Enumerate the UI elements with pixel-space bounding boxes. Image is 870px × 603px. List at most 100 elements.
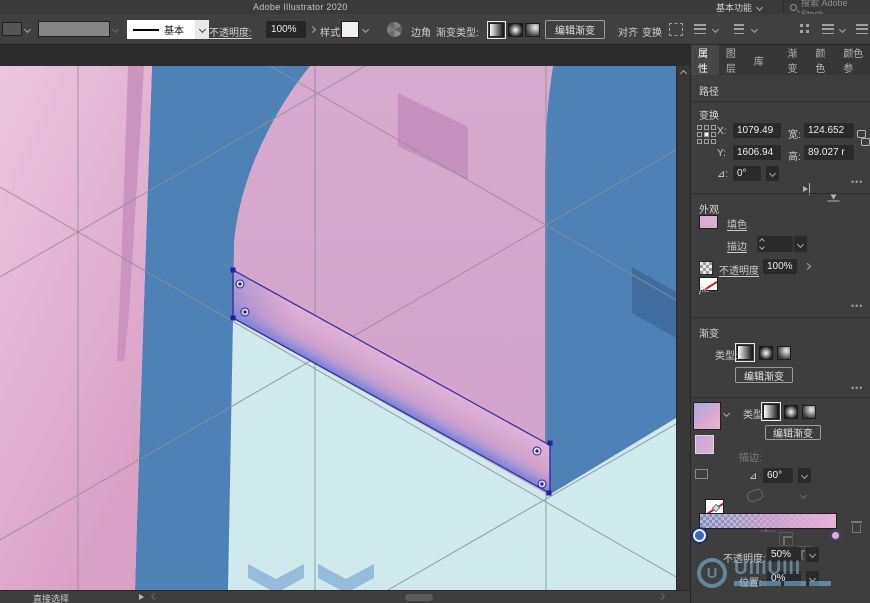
chevron-right-icon[interactable] [658,593,665,600]
bounding-box-icon[interactable] [669,23,683,36]
rotation-input[interactable]: 0° [733,166,761,181]
chevron-down-icon [756,3,763,10]
stock-search-input[interactable]: 搜索 Adobe Stock [790,1,868,13]
appearance-opacity-link[interactable]: 不透明度 [719,262,759,277]
freeform-gradient-button[interactable] [777,346,791,360]
scroll-up-icon[interactable] [680,70,687,77]
width-input[interactable]: 124.652 [804,123,854,138]
tab-layers[interactable]: 图层 [719,45,747,75]
arrange-documents-icon[interactable] [800,24,809,33]
horizontal-scroll-thumb[interactable] [405,594,433,601]
opacity-input[interactable]: 100% [266,21,306,38]
x-input[interactable]: 1079.49 [733,123,781,138]
tab-libraries[interactable]: 库 [747,45,771,75]
linear-gradient-button[interactable] [763,404,779,419]
more-options-icon[interactable]: ••• [851,385,863,391]
tab-color-guide[interactable]: 颜色参 [836,45,870,75]
y-input[interactable]: 1606.94 [733,145,781,160]
stop-opacity-input[interactable]: 50% [767,547,801,562]
gradient-angle-dropdown[interactable] [797,468,811,483]
stop-position-dropdown[interactable] [805,571,819,586]
opacity-checker-icon[interactable] [699,261,713,275]
stop-position-input[interactable]: 0% [767,571,801,586]
gradient-slider[interactable] [699,513,837,529]
rotation-dropdown[interactable] [765,166,779,181]
stop-position-label: 位置: [739,574,762,589]
radial-gradient-button[interactable] [759,346,773,360]
fx-button[interactable]: fx. [699,283,710,295]
stroke-weight-dropdown[interactable] [793,236,807,252]
tab-gradient[interactable]: 渐变 [780,45,808,75]
tab-color[interactable]: 颜色 [808,45,836,75]
x-label: X: [717,126,726,137]
appearance-section-title: 外观 [699,201,719,216]
chevron-down-icon[interactable] [362,26,369,33]
unlink-dimensions-icon[interactable] [857,129,869,145]
swap-fill-stroke-icon[interactable] [695,469,708,479]
stroke-weight-stepper[interactable] [757,236,793,252]
chevron-down-icon[interactable] [112,26,119,33]
edit-gradient-button[interactable]: 编辑渐变 [735,367,793,383]
shaper-tool-icon[interactable] [734,24,744,34]
tab-properties[interactable]: 属性 [691,45,719,75]
transform-label[interactable]: 变换 [642,24,662,39]
more-options-icon[interactable]: ••• [851,179,863,185]
title-bar: Adobe Illustrator 2020 基本功能 搜索 Adobe Sto… [0,0,870,14]
isolate-selection-icon[interactable] [694,24,706,34]
chevron-down-icon[interactable] [751,26,758,33]
recolor-artwork-icon[interactable] [387,22,402,37]
play-icon[interactable] [139,594,144,600]
chevron-right-icon[interactable] [804,263,811,270]
stroke-preview-line [133,29,159,31]
fill-link[interactable]: 填色 [727,216,747,231]
edit-gradient-button[interactable]: 编辑渐变 [765,425,821,440]
freeform-gradient-button[interactable] [802,405,816,419]
chevron-down-icon[interactable] [839,26,846,33]
freeform-gradient-button[interactable] [525,23,540,37]
angle-label: ⊿: [717,169,728,180]
vertical-scrollbar[interactable] [676,66,690,590]
gradient-stop-left[interactable] [693,529,706,542]
linear-gradient-button[interactable] [737,345,753,360]
workspace-switcher[interactable]: 基本功能 [712,1,766,13]
gradient-angle-input[interactable]: 60° [763,468,793,483]
opacity-link[interactable]: 不透明度: [209,24,252,39]
chevron-right-icon[interactable] [309,26,316,33]
chevron-left-icon[interactable] [151,593,158,600]
height-input[interactable]: 89.027 r [804,145,854,160]
document-setup-icon[interactable] [822,24,834,34]
menu-icon[interactable] [856,24,868,34]
chevron-down-icon[interactable] [723,410,730,417]
graphic-style-swatch[interactable] [341,21,359,38]
chevron-down-icon[interactable] [24,26,31,33]
fill-swatch[interactable] [699,215,718,229]
workspace-label: 基本功能 [716,1,752,14]
fill-color-swatch[interactable] [2,22,22,36]
gradient-fill-proxy[interactable] [695,435,714,454]
current-tool-label[interactable]: 直接选择 [33,592,69,603]
delete-stop-icon [851,521,862,533]
reference-point-icon[interactable] [697,125,716,144]
stop-opacity-dropdown[interactable] [805,547,819,562]
align-label[interactable]: 对齐 [618,24,638,39]
variable-width-profile[interactable] [38,21,110,37]
chevron-down-icon[interactable] [712,26,719,33]
brush-definition[interactable]: 基本 [127,20,195,39]
gradient-thumbnail[interactable] [693,402,721,430]
reverse-gradient-icon[interactable] [746,488,765,504]
brush-dropdown[interactable] [195,20,209,39]
canvas[interactable] [0,66,676,590]
stroke-along-icon[interactable] [779,532,793,546]
more-options-icon[interactable]: ••• [851,303,863,309]
brush-name: 基本 [164,22,184,37]
linear-gradient-button[interactable] [489,23,504,37]
corner-label[interactable]: 边角 [411,24,431,39]
artwork [0,66,676,590]
stroke-link[interactable]: 描边 [727,238,747,253]
appearance-opacity-input[interactable]: 100% [763,259,797,274]
flip-vertical-icon[interactable] [828,195,840,208]
gradient-stop-right[interactable] [830,530,841,541]
radial-gradient-button[interactable] [508,23,523,37]
edit-gradient-button[interactable]: 编辑渐变 [545,20,605,39]
radial-gradient-button[interactable] [784,405,798,419]
